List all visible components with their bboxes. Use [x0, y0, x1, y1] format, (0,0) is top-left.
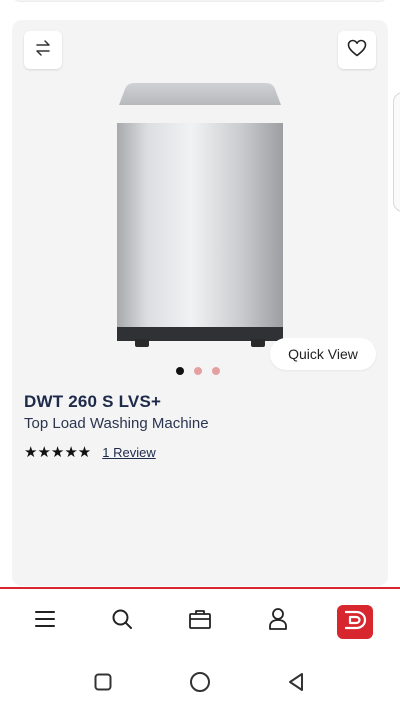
- compare-button[interactable]: [24, 31, 62, 69]
- nav-menu-button[interactable]: [31, 607, 59, 635]
- carousel-dot[interactable]: [176, 367, 184, 375]
- brand-logo-icon: [342, 609, 368, 636]
- search-icon: [111, 608, 133, 635]
- product-card[interactable]: Quick View DWT 260 S LVS+ Top Load Washi…: [12, 20, 388, 586]
- next-product-card-edge[interactable]: [393, 92, 400, 212]
- quick-view-button[interactable]: Quick View: [270, 338, 376, 370]
- bottom-navigation: [0, 587, 400, 659]
- wishlist-button[interactable]: [338, 31, 376, 69]
- recent-apps-button[interactable]: [92, 673, 114, 695]
- home-button[interactable]: [189, 671, 211, 698]
- page: Quick View DWT 260 S LVS+ Top Load Washi…: [0, 0, 400, 710]
- back-icon: [286, 672, 306, 697]
- carousel-dot[interactable]: [212, 367, 220, 375]
- product-subtitle: Top Load Washing Machine: [24, 415, 209, 432]
- account-icon: [268, 607, 288, 636]
- product-title[interactable]: DWT 260 S LVS+: [24, 392, 161, 412]
- bag-icon: [188, 608, 212, 635]
- nav-search-button[interactable]: [108, 607, 136, 635]
- previous-product-card-edge: [12, 0, 388, 2]
- heart-icon: [347, 39, 367, 62]
- product-image[interactable]: [115, 83, 285, 351]
- rating-row: ★★★★★ 1 Review: [24, 443, 156, 461]
- nav-brand-button[interactable]: [337, 605, 373, 639]
- review-count-link[interactable]: 1 Review: [102, 445, 155, 460]
- back-button[interactable]: [285, 672, 307, 697]
- system-navigation-bar: [0, 659, 400, 710]
- nav-account-button[interactable]: [264, 607, 292, 635]
- image-carousel-dots: [176, 367, 220, 375]
- menu-icon: [34, 609, 56, 634]
- home-icon: [189, 671, 211, 698]
- recent-apps-icon: [93, 672, 113, 697]
- compare-arrows-icon: [34, 39, 52, 62]
- star-rating: ★★★★★: [24, 444, 92, 461]
- nav-bag-button[interactable]: [186, 607, 214, 635]
- carousel-dot[interactable]: [194, 367, 202, 375]
